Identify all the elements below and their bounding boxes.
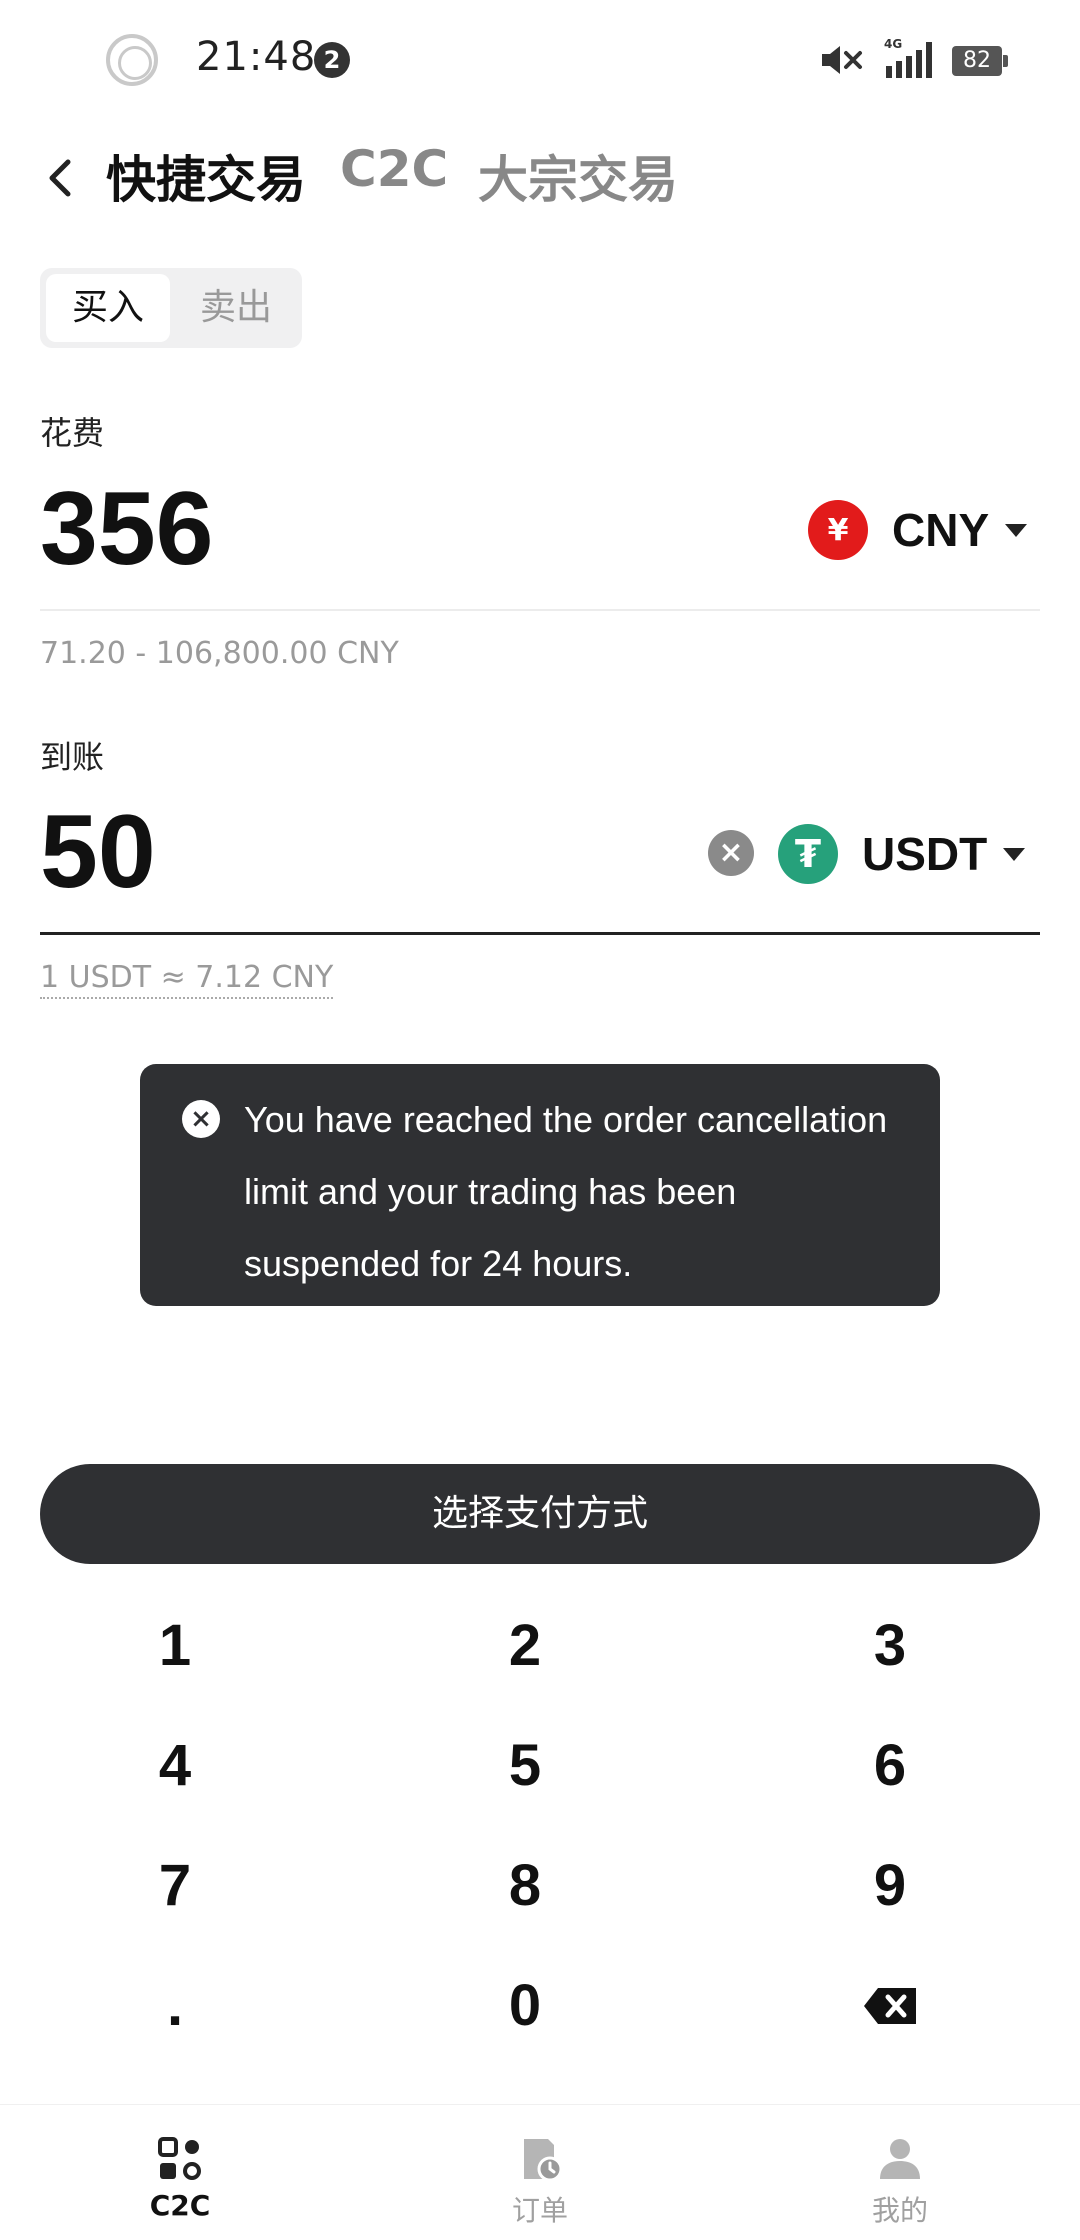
spend-currency-selector[interactable]: ¥ CNY xyxy=(808,500,1028,560)
receive-divider xyxy=(40,932,1040,935)
back-arrow-icon[interactable] xyxy=(36,150,84,206)
spend-currency-code: CNY xyxy=(892,504,990,556)
caret-down-icon xyxy=(1005,523,1028,537)
error-toast: × You have reached the order cancellatio… xyxy=(140,1064,940,1306)
key-0[interactable]: 0 xyxy=(425,1956,625,2056)
caret-down-icon xyxy=(1003,847,1026,861)
usdt-coin-icon: ₮ xyxy=(778,824,838,884)
key-9[interactable]: 9 xyxy=(790,1836,990,1936)
key-decimal[interactable]: . xyxy=(75,1956,275,2056)
exchange-rate-text: 1 USDT ≈ 7.12 CNY xyxy=(40,960,334,999)
receive-label: 到账 xyxy=(40,738,105,776)
cny-coin-icon: ¥ xyxy=(808,500,868,560)
receive-amount-input[interactable]: 50 xyxy=(40,793,156,912)
spend-divider xyxy=(40,609,1040,611)
toast-message: You have reached the order cancellation … xyxy=(244,1099,888,1284)
status-time: 21:48 xyxy=(196,34,317,80)
status-ring-icon xyxy=(106,34,158,86)
key-5[interactable]: 5 xyxy=(425,1716,625,1816)
spend-range-hint: 71.20 - 106,800.00 CNY xyxy=(40,636,399,671)
nav-item-c2c[interactable]: C2C xyxy=(80,2105,280,2240)
mute-icon xyxy=(822,46,862,74)
receive-currency-code: USDT xyxy=(862,828,988,880)
key-1[interactable]: 1 xyxy=(75,1596,275,1696)
tab-bulk-trade[interactable]: 大宗交易 xyxy=(478,140,678,212)
tab-quick-trade[interactable]: 快捷交易 xyxy=(106,140,306,212)
receive-currency-selector[interactable]: ₮ USDT xyxy=(778,824,1026,884)
tab-c2c[interactable]: C2C xyxy=(340,140,448,198)
status-bar: 21:48 2 4G 82 xyxy=(0,0,1080,120)
notification-count-badge: 2 xyxy=(314,42,350,78)
sell-tab[interactable]: 卖出 xyxy=(176,274,296,342)
nav-item-orders[interactable]: 订单 xyxy=(440,2105,640,2240)
select-payment-method-button[interactable]: 选择支付方式 xyxy=(40,1464,1040,1564)
exchange-rate: 1 USDT ≈ 7.12 CNY xyxy=(40,960,334,999)
network-label: 4G xyxy=(884,37,902,51)
nav-item-profile[interactable]: 我的 xyxy=(800,2105,1000,2240)
nav-label-c2c: C2C xyxy=(149,2189,211,2222)
key-backspace[interactable] xyxy=(790,1956,990,2056)
error-icon: × xyxy=(182,1100,220,1138)
c2c-icon xyxy=(158,2137,201,2180)
bottom-nav: C2C 订单 我的 xyxy=(0,2104,1080,2240)
buy-sell-segment: 买入 卖出 xyxy=(40,268,302,348)
buy-tab[interactable]: 买入 xyxy=(46,274,170,342)
key-6[interactable]: 6 xyxy=(790,1716,990,1816)
nav-label-profile: 我的 xyxy=(871,2194,928,2227)
signal-icon: 4G xyxy=(884,37,932,78)
key-2[interactable]: 2 xyxy=(425,1596,625,1696)
key-4[interactable]: 4 xyxy=(75,1716,275,1816)
key-3[interactable]: 3 xyxy=(790,1596,990,1696)
profile-icon xyxy=(880,2139,920,2179)
key-8[interactable]: 8 xyxy=(425,1836,625,1936)
orders-icon xyxy=(524,2139,563,2182)
nav-label-orders: 订单 xyxy=(511,2194,568,2227)
header: 快捷交易 C2C 大宗交易 xyxy=(0,130,1080,220)
clear-icon[interactable]: × xyxy=(708,830,754,876)
spend-label: 花费 xyxy=(40,414,105,452)
battery-indicator: 82 xyxy=(952,46,1008,76)
spend-amount-input[interactable]: 356 xyxy=(40,470,214,589)
backspace-icon xyxy=(864,1988,916,2024)
key-7[interactable]: 7 xyxy=(75,1836,275,1936)
